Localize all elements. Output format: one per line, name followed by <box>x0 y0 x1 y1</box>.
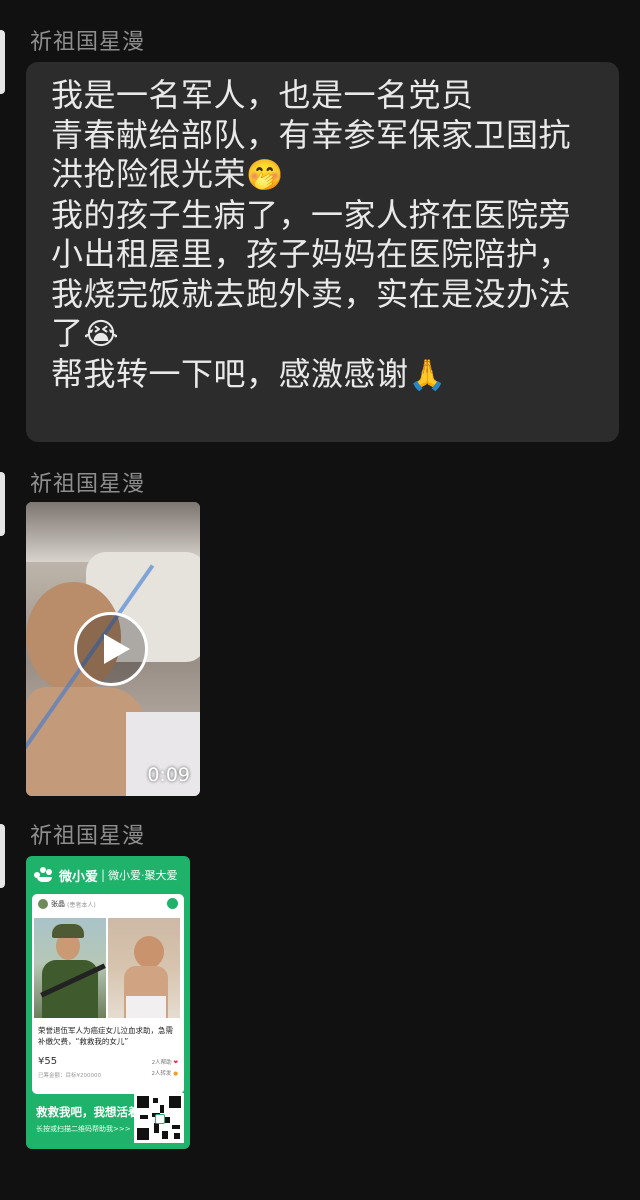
message-text: 洪抢险很光荣 <box>51 155 247 193</box>
brand-separator: | <box>101 868 106 882</box>
campaign-target: 已筹金额：目标¥200000 <box>38 1073 101 1079</box>
shares-count: 2人转发 ● <box>151 1069 178 1077</box>
poster-name: 张晶 <box>51 900 65 908</box>
video-duration: 0:09 <box>147 764 190 786</box>
card-header: 微小爱 | 微小爱·聚大爱 <box>34 864 178 886</box>
play-icon[interactable] <box>74 612 148 686</box>
brand-mark-icon <box>167 898 178 909</box>
folded-hands-emoji: 🙏 <box>408 357 447 393</box>
message-text: 帮我转一下吧，感激感谢 <box>51 354 409 393</box>
message-line: 了😭 <box>51 314 605 355</box>
soldier-photo <box>34 918 106 1018</box>
photo-diaper <box>126 996 166 1018</box>
qr-center-logo <box>155 1114 165 1124</box>
avatar[interactable] <box>0 472 5 536</box>
photo-cap <box>52 924 84 938</box>
brand-logo-icon <box>34 867 56 883</box>
message-line: 帮我转一下吧，感激感谢🙏 <box>51 355 605 396</box>
qr-code-icon <box>134 1093 184 1143</box>
loudly-crying-emoji: 😭 <box>83 317 120 352</box>
sender-name: 祈祖国星漫 <box>30 472 146 497</box>
message-line: 我是一名军人，也是一名党员 <box>51 76 474 114</box>
heart-icon: ❤ <box>173 1060 178 1066</box>
card-instruction: 长按或扫描二维码帮助我>>> <box>36 1125 131 1133</box>
face-with-hand-over-mouth-emoji: 🤭 <box>246 158 284 193</box>
poster-avatar <box>38 899 48 909</box>
brand-slogan: 微小爱·聚大爱 <box>108 869 178 882</box>
card-cta: 救救我吧，我想活着 <box>36 1105 140 1119</box>
helpers-count: 2人帮助 ❤ <box>152 1058 178 1066</box>
campaign-amount: ¥55 <box>38 1056 58 1067</box>
message-line: 洪抢险很光荣🤭 <box>51 155 605 196</box>
sender-name: 祈祖国星漫 <box>30 30 146 55</box>
avatar[interactable] <box>0 30 5 94</box>
message-line: 青春献给部队，有幸参军保家卫国抗 <box>51 115 572 154</box>
message-line: 小出租屋里，孩子妈妈在医院陪护， <box>51 235 572 273</box>
photo-child-head <box>134 936 164 968</box>
shares-text: 2人转发 <box>151 1071 172 1077</box>
poster-tag: (患者本人) <box>67 901 96 909</box>
brand-name: 微小爱 <box>59 869 99 885</box>
child-photo <box>108 918 180 1018</box>
sender-name: 祈祖国星漫 <box>30 824 146 849</box>
message-line: 我的孩子生病了，一家人挤在医院旁 <box>51 195 572 234</box>
message-line: 我烧完饭就去跑外卖，实在是没办法 <box>51 274 572 313</box>
message-text: 了 <box>51 314 84 352</box>
campaign-description: 荣誉退伍军人为癌症女儿泣血求助，急需补缴欠费，“救救我的女儿” <box>38 1026 173 1046</box>
campaign-preview: 张晶 (患者本人) 荣誉退伍军人为癌症女儿泣血求助，急需补缴欠费，“救救我的女儿… <box>32 894 184 1094</box>
video-message[interactable]: 0:09 <box>26 502 200 796</box>
poster-row: 张晶 (患者本人) <box>38 899 96 909</box>
message-bubble[interactable]: 我是一名军人，也是一名党员 青春献给部队，有幸参军保家卫国抗 洪抢险很光荣🤭 我… <box>26 62 619 442</box>
avatar[interactable] <box>0 824 5 888</box>
share-card[interactable]: 微小爱 | 微小爱·聚大爱 张晶 (患者本人) 荣誉退伍军人为癌症女儿泣血求助，… <box>26 856 190 1149</box>
thumb-icon: ● <box>173 1071 178 1077</box>
helpers-text: 2人帮助 <box>151 1060 172 1066</box>
